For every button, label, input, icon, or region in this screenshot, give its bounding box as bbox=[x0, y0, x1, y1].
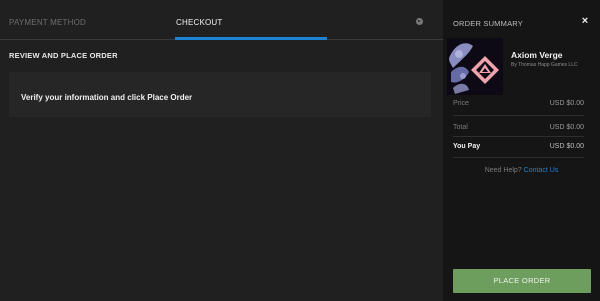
place-order-button[interactable]: PLACE ORDER bbox=[453, 269, 591, 293]
game-thumbnail bbox=[447, 38, 503, 95]
close-icon: × bbox=[581, 15, 589, 27]
checkout-main-panel: PAYMENT METHOD CHECKOUT REVIEW AND PLACE… bbox=[0, 0, 443, 301]
total-value: USD $0.00 bbox=[549, 124, 584, 131]
verify-text: Verify your information and click Place … bbox=[21, 93, 193, 102]
price-label: Price bbox=[453, 100, 469, 107]
arrow-circle-icon bbox=[416, 18, 423, 25]
contact-us-link[interactable]: Contact Us bbox=[524, 167, 559, 174]
order-summary-panel: ORDER SUMMARY × Axiom Verge By Thomas Ha… bbox=[443, 0, 600, 301]
active-tab-indicator bbox=[175, 37, 327, 40]
total-label: Total bbox=[453, 124, 468, 131]
help-text: Need Help? Contact Us bbox=[443, 167, 600, 174]
game-art bbox=[447, 38, 503, 95]
game-publisher: By Thomas Happ Games LLC bbox=[511, 62, 578, 68]
you-pay-value: USD $0.00 bbox=[549, 143, 584, 150]
order-summary-title: ORDER SUMMARY bbox=[453, 19, 523, 28]
divider bbox=[453, 136, 584, 137]
divider bbox=[453, 157, 584, 158]
tab-checkout[interactable]: CHECKOUT bbox=[176, 0, 223, 40]
verify-info-box: Verify your information and click Place … bbox=[9, 72, 431, 117]
you-pay-label: You Pay bbox=[453, 143, 481, 150]
close-button[interactable]: × bbox=[580, 15, 590, 27]
divider bbox=[453, 115, 584, 116]
section-title: REVIEW AND PLACE ORDER bbox=[9, 51, 118, 60]
game-title: Axiom Verge bbox=[511, 50, 563, 60]
need-help-label: Need Help? bbox=[484, 167, 522, 174]
tab-payment-method[interactable]: PAYMENT METHOD bbox=[9, 0, 86, 40]
checkout-tabs: PAYMENT METHOD CHECKOUT bbox=[0, 0, 443, 40]
price-value: USD $0.00 bbox=[549, 100, 584, 107]
